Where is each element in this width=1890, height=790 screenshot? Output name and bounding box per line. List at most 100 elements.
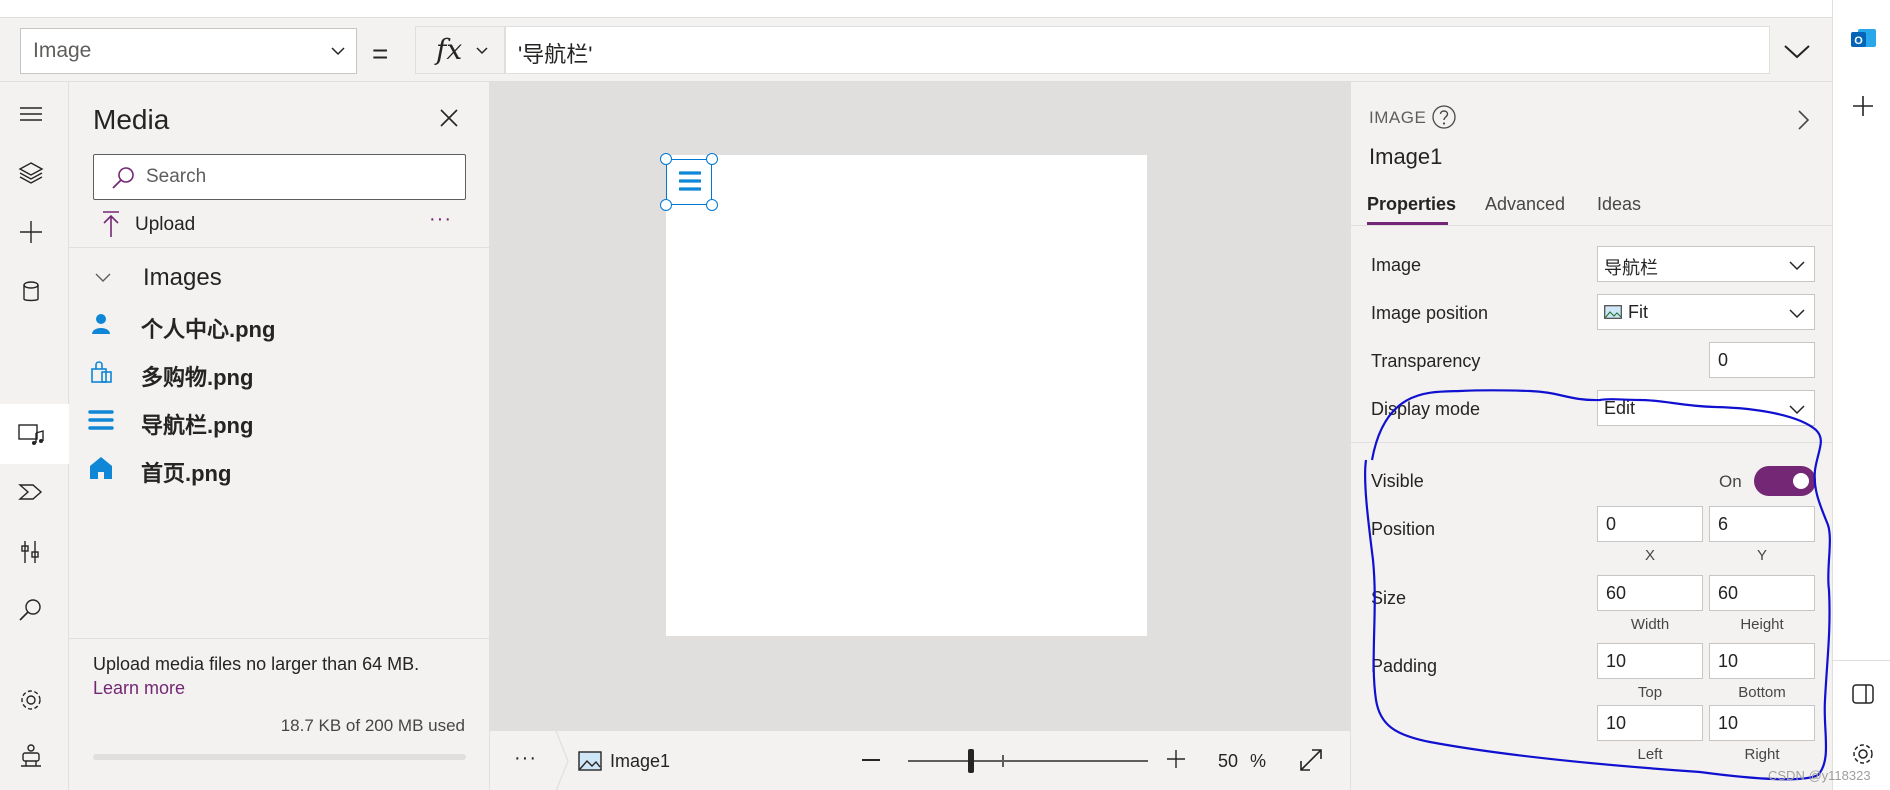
advanced-tools-icon[interactable] — [17, 538, 45, 566]
padding-left-input[interactable]: 10 — [1597, 705, 1703, 741]
padding-top-input[interactable]: 10 — [1597, 643, 1703, 679]
right-rail-divider — [1833, 660, 1890, 661]
resize-handle[interactable] — [706, 199, 718, 211]
y-input[interactable]: 6 — [1709, 506, 1815, 542]
breadcrumb-separator-icon — [555, 731, 569, 790]
media-pane: Media Upload ··· Images 个人中心.png 多购物.png… — [69, 82, 490, 790]
chevron-down-icon — [476, 47, 488, 55]
padding-bottom-input[interactable]: 10 — [1709, 643, 1815, 679]
chevron-down-icon — [1789, 261, 1805, 271]
more-options-icon[interactable]: ··· — [429, 208, 452, 231]
fit-to-window-icon[interactable] — [1298, 747, 1324, 773]
plus-icon[interactable] — [17, 218, 45, 246]
upload-label: Upload — [135, 214, 196, 235]
formula-input[interactable]: '导航栏' — [505, 26, 1770, 74]
media-footer-divider — [69, 638, 490, 639]
fx-icon: fx — [436, 33, 463, 66]
media-pane-title: Media — [93, 104, 170, 135]
transparency-label: Transparency — [1371, 351, 1481, 371]
display-mode-value: Edit — [1604, 398, 1636, 418]
power-automate-icon[interactable] — [17, 478, 45, 506]
more-options-icon[interactable]: ··· — [514, 747, 537, 770]
top-strip — [0, 0, 1832, 18]
equals-sign: = — [372, 38, 389, 69]
x-input[interactable]: 0 — [1597, 506, 1703, 542]
right-caption: Right — [1744, 746, 1780, 763]
resize-handle[interactable] — [660, 199, 672, 211]
plus-icon[interactable] — [1849, 92, 1877, 120]
hamburger-menu-icon[interactable] — [17, 100, 45, 128]
chevron-right-icon[interactable] — [1791, 108, 1815, 132]
zoom-in-icon[interactable] — [1166, 749, 1186, 769]
height-input[interactable]: 60 — [1709, 575, 1815, 611]
outlook-icon[interactable]: O — [1849, 24, 1877, 52]
resize-handle[interactable] — [706, 153, 718, 165]
media-item-label: 首页.png — [141, 461, 232, 486]
padding-right-input[interactable]: 10 — [1709, 705, 1815, 741]
section-divider — [1351, 442, 1833, 443]
media-item-label: 个人中心.png — [141, 317, 276, 342]
image-dropdown[interactable]: 导航栏 — [1597, 246, 1815, 282]
media-item[interactable]: 导航栏.png — [87, 400, 467, 440]
media-search-input[interactable] — [146, 163, 446, 191]
home-icon — [90, 457, 112, 479]
settings-gear-icon[interactable] — [17, 686, 45, 714]
transparency-input[interactable]: 0 — [1709, 342, 1815, 378]
close-icon[interactable] — [437, 106, 461, 130]
resize-handle[interactable] — [660, 153, 672, 165]
tab-advanced[interactable]: Advanced — [1485, 194, 1565, 215]
display-mode-dropdown[interactable]: Edit — [1597, 390, 1815, 426]
search-icon[interactable] — [17, 596, 45, 624]
size-label: Size — [1371, 588, 1407, 608]
selected-image-control[interactable] — [660, 153, 718, 211]
chevron-down-icon — [1789, 309, 1805, 319]
selected-control-name[interactable]: Image1 — [610, 751, 670, 772]
settings-gear-icon[interactable] — [1849, 740, 1877, 768]
media-item[interactable]: 首页.png — [87, 448, 467, 488]
side-panel-icon[interactable] — [1849, 680, 1877, 708]
chevron-down-icon — [331, 47, 345, 56]
help-icon[interactable] — [1431, 104, 1457, 130]
picture-icon — [1604, 305, 1622, 319]
visible-toggle[interactable] — [1754, 466, 1816, 496]
upload-arrow-icon — [103, 211, 119, 237]
storage-usage-bar — [93, 754, 466, 760]
canvas-area[interactable] — [490, 82, 1350, 730]
zoom-value[interactable]: 50 — [1218, 751, 1238, 772]
height-caption: Height — [1740, 616, 1784, 633]
layers-icon[interactable] — [17, 158, 45, 186]
media-item[interactable]: 多购物.png — [87, 352, 467, 392]
image-property-label: Image — [1371, 255, 1422, 275]
database-icon[interactable] — [17, 278, 45, 306]
width-input[interactable]: 60 — [1597, 575, 1703, 611]
control-name: Image1 — [1369, 144, 1443, 169]
zoom-slider-tick — [1002, 755, 1004, 767]
left-rail — [0, 82, 69, 790]
app-screen[interactable] — [666, 155, 1147, 636]
property-dropdown[interactable]: Image — [20, 28, 357, 74]
tabs-divider — [1351, 225, 1833, 226]
image-position-label: Image position — [1371, 303, 1489, 323]
tab-properties[interactable]: Properties — [1367, 194, 1456, 215]
media-search-box[interactable] — [93, 154, 466, 200]
media-icon[interactable] — [17, 420, 45, 448]
learn-more-link[interactable]: Learn more — [93, 678, 185, 699]
image-position-value: Fit — [1628, 302, 1648, 322]
images-group-label: Images — [143, 264, 222, 291]
tab-ideas[interactable]: Ideas — [1597, 194, 1641, 215]
zoom-slider-track[interactable] — [908, 760, 1148, 762]
control-type-label: IMAGE — [1369, 108, 1427, 127]
zoom-out-icon[interactable] — [862, 759, 880, 761]
display-mode-label: Display mode — [1371, 399, 1481, 419]
zoom-slider-thumb[interactable] — [968, 749, 974, 773]
image-position-dropdown[interactable]: Fit — [1597, 294, 1815, 330]
shopping-bag-icon — [91, 361, 112, 383]
position-label: Position — [1371, 519, 1436, 539]
fx-button[interactable]: fx — [415, 26, 505, 74]
person-icon — [92, 314, 110, 334]
media-divider — [69, 247, 490, 248]
media-item[interactable]: 个人中心.png — [87, 304, 467, 344]
left-caption: Left — [1637, 746, 1663, 763]
virtual-agent-icon[interactable] — [17, 742, 45, 770]
expand-formula-chevron-icon[interactable] — [1782, 36, 1812, 66]
